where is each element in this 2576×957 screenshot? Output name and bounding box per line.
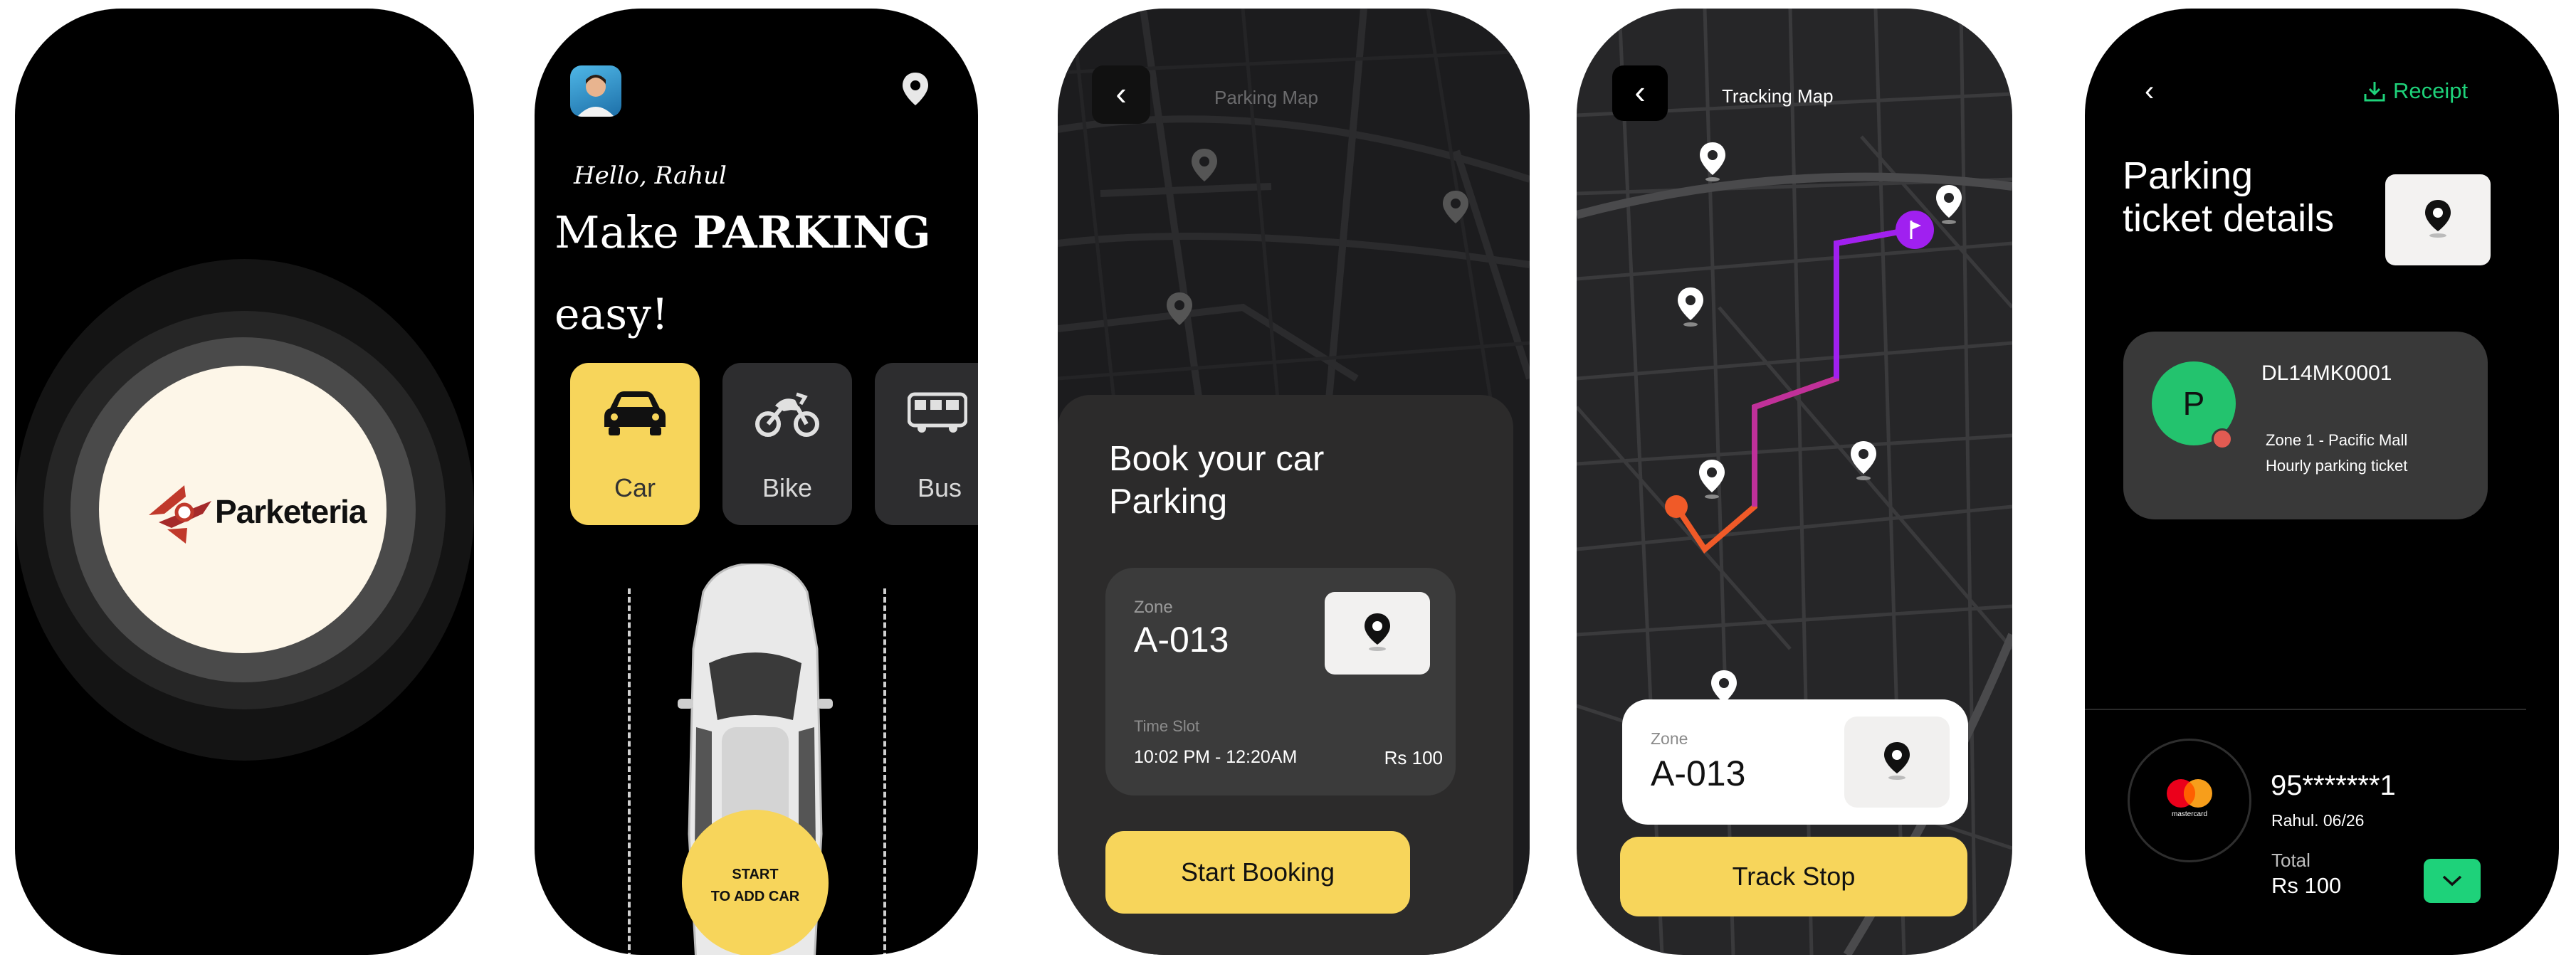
- parketeria-logo-icon: [149, 485, 211, 544]
- time-slot-value: 10:02 PM - 12:20AM: [1134, 747, 1298, 767]
- vehicle-tile-car[interactable]: Car: [570, 363, 700, 525]
- parking-map-screen: ‹ Parking Map Book your car Parking Zone…: [1058, 9, 1530, 955]
- total-value: Rs 100: [2271, 873, 2342, 898]
- lane-marking-right: [883, 588, 886, 955]
- car-icon: [604, 391, 666, 435]
- time-slot-label: Time Slot: [1134, 717, 1200, 735]
- greeting: Hello, Rahul: [574, 162, 727, 190]
- map-pin-icon[interactable]: [1165, 291, 1194, 331]
- price-value: Rs 100: [1384, 747, 1443, 768]
- total-label: Total: [2271, 850, 2310, 871]
- chevron-left-icon: ‹: [1115, 75, 1127, 112]
- chevron-left-icon: ‹: [2145, 75, 2155, 107]
- ticket-details-screen: ‹ Receipt Parking ticket details P DL14M…: [2085, 9, 2559, 955]
- logo-badge: Parketeria: [99, 366, 387, 653]
- status-dot: [2212, 428, 2233, 450]
- vehicle-label-car: Car: [614, 473, 656, 502]
- map-pin-icon[interactable]: [1189, 147, 1219, 187]
- destination-flag-icon[interactable]: [1894, 209, 1935, 250]
- vehicle-label-bike: Bike: [762, 473, 813, 502]
- add-car-label: TO ADD CAR: [710, 889, 800, 904]
- back-button[interactable]: ‹: [1612, 65, 1668, 121]
- vehicle-label-bus: Bus: [917, 473, 962, 502]
- map-pin-icon[interactable]: [1934, 184, 1964, 225]
- chevron-left-icon: ‹: [1634, 73, 1646, 110]
- splash-screen: Parketeria: [15, 9, 474, 955]
- card-holder: Rahul. 06/26: [2271, 811, 2365, 830]
- card-number: 95*******1: [2271, 770, 2396, 801]
- user-photo-icon: [577, 75, 614, 117]
- expand-button[interactable]: [2424, 859, 2481, 903]
- vehicle-tile-bike[interactable]: Bike: [722, 363, 852, 525]
- vehicle-tile-bus[interactable]: Bus: [875, 363, 978, 525]
- zone-value: A-013: [1651, 754, 1746, 793]
- start-label: START: [732, 867, 779, 882]
- location-pin-icon[interactable]: [901, 71, 930, 108]
- start-booking-button[interactable]: Start Booking: [1105, 831, 1410, 914]
- receipt-label: Receipt: [2393, 78, 2469, 103]
- map-pin-icon: [2425, 200, 2451, 238]
- avatar[interactable]: [570, 65, 621, 117]
- brand-name: Parketeria: [215, 493, 367, 530]
- receipt-link[interactable]: Receipt: [2363, 78, 2468, 104]
- back-button[interactable]: ‹: [2145, 75, 2154, 107]
- tracking-map-screen: ‹ Tracking Map Zone A-013 Track Stop: [1577, 9, 2012, 955]
- track-stop-button[interactable]: Track Stop: [1620, 837, 1967, 916]
- headline: Make PARKING: [554, 206, 931, 258]
- download-icon: [2364, 82, 2385, 102]
- map-thumbnail[interactable]: [2385, 174, 2491, 265]
- headline-line2: easy!: [554, 290, 669, 339]
- payment-card-badge: mastercard: [2128, 739, 2251, 862]
- page-title: Tracking Map: [1722, 85, 1834, 107]
- sheet-title: Book your car Parking: [1109, 440, 1325, 521]
- lane-marking-left: [628, 588, 631, 955]
- headline-regular: Make: [554, 206, 693, 258]
- map-pin-icon[interactable]: [1441, 189, 1471, 229]
- mastercard-icon: mastercard: [2167, 779, 2212, 818]
- home-screen: Hello, Rahul Make PARKING easy! Car Bike…: [535, 9, 978, 955]
- zone-line: Zone 1 - Pacific Mall: [2266, 431, 2408, 449]
- map-pin-icon: [1884, 742, 1910, 780]
- zone-label: Zone: [1651, 729, 1688, 748]
- chevron-down-icon: [2442, 875, 2462, 887]
- map-thumbnail[interactable]: [1844, 717, 1950, 808]
- map-pin-icon[interactable]: [1676, 286, 1705, 327]
- svg-text:mastercard: mastercard: [2172, 810, 2207, 818]
- start-add-car-button[interactable]: START TO ADD CAR: [682, 810, 829, 955]
- zone-label: Zone: [1134, 598, 1173, 617]
- zone-card[interactable]: Zone A-013 Time Slot 10:02 PM - 12:20AM …: [1105, 568, 1456, 795]
- headline-bold: PARKING: [693, 206, 931, 258]
- ticket-type: Hourly parking ticket: [2266, 457, 2408, 475]
- map-pin-icon[interactable]: [1849, 440, 1878, 481]
- zone-value: A-013: [1134, 620, 1229, 660]
- page-title: Parking Map: [1214, 87, 1318, 108]
- map-pin-icon[interactable]: [1697, 458, 1727, 499]
- map-thumbnail[interactable]: [1325, 592, 1430, 675]
- map-pin-icon: [1365, 613, 1390, 651]
- ticket-card[interactable]: P DL14MK0001 Zone 1 - Pacific Mall Hourl…: [2123, 332, 2488, 519]
- back-button[interactable]: ‹: [1092, 65, 1150, 124]
- map-pin-icon[interactable]: [1698, 141, 1728, 182]
- zone-card[interactable]: Zone A-013: [1622, 699, 1968, 825]
- divider: [2085, 709, 2526, 710]
- motorbike-icon: [755, 392, 819, 437]
- page-title: Parking ticket details: [2123, 154, 2335, 240]
- vehicle-plate: DL14MK0001: [2261, 361, 2392, 385]
- bus-icon: [908, 392, 967, 433]
